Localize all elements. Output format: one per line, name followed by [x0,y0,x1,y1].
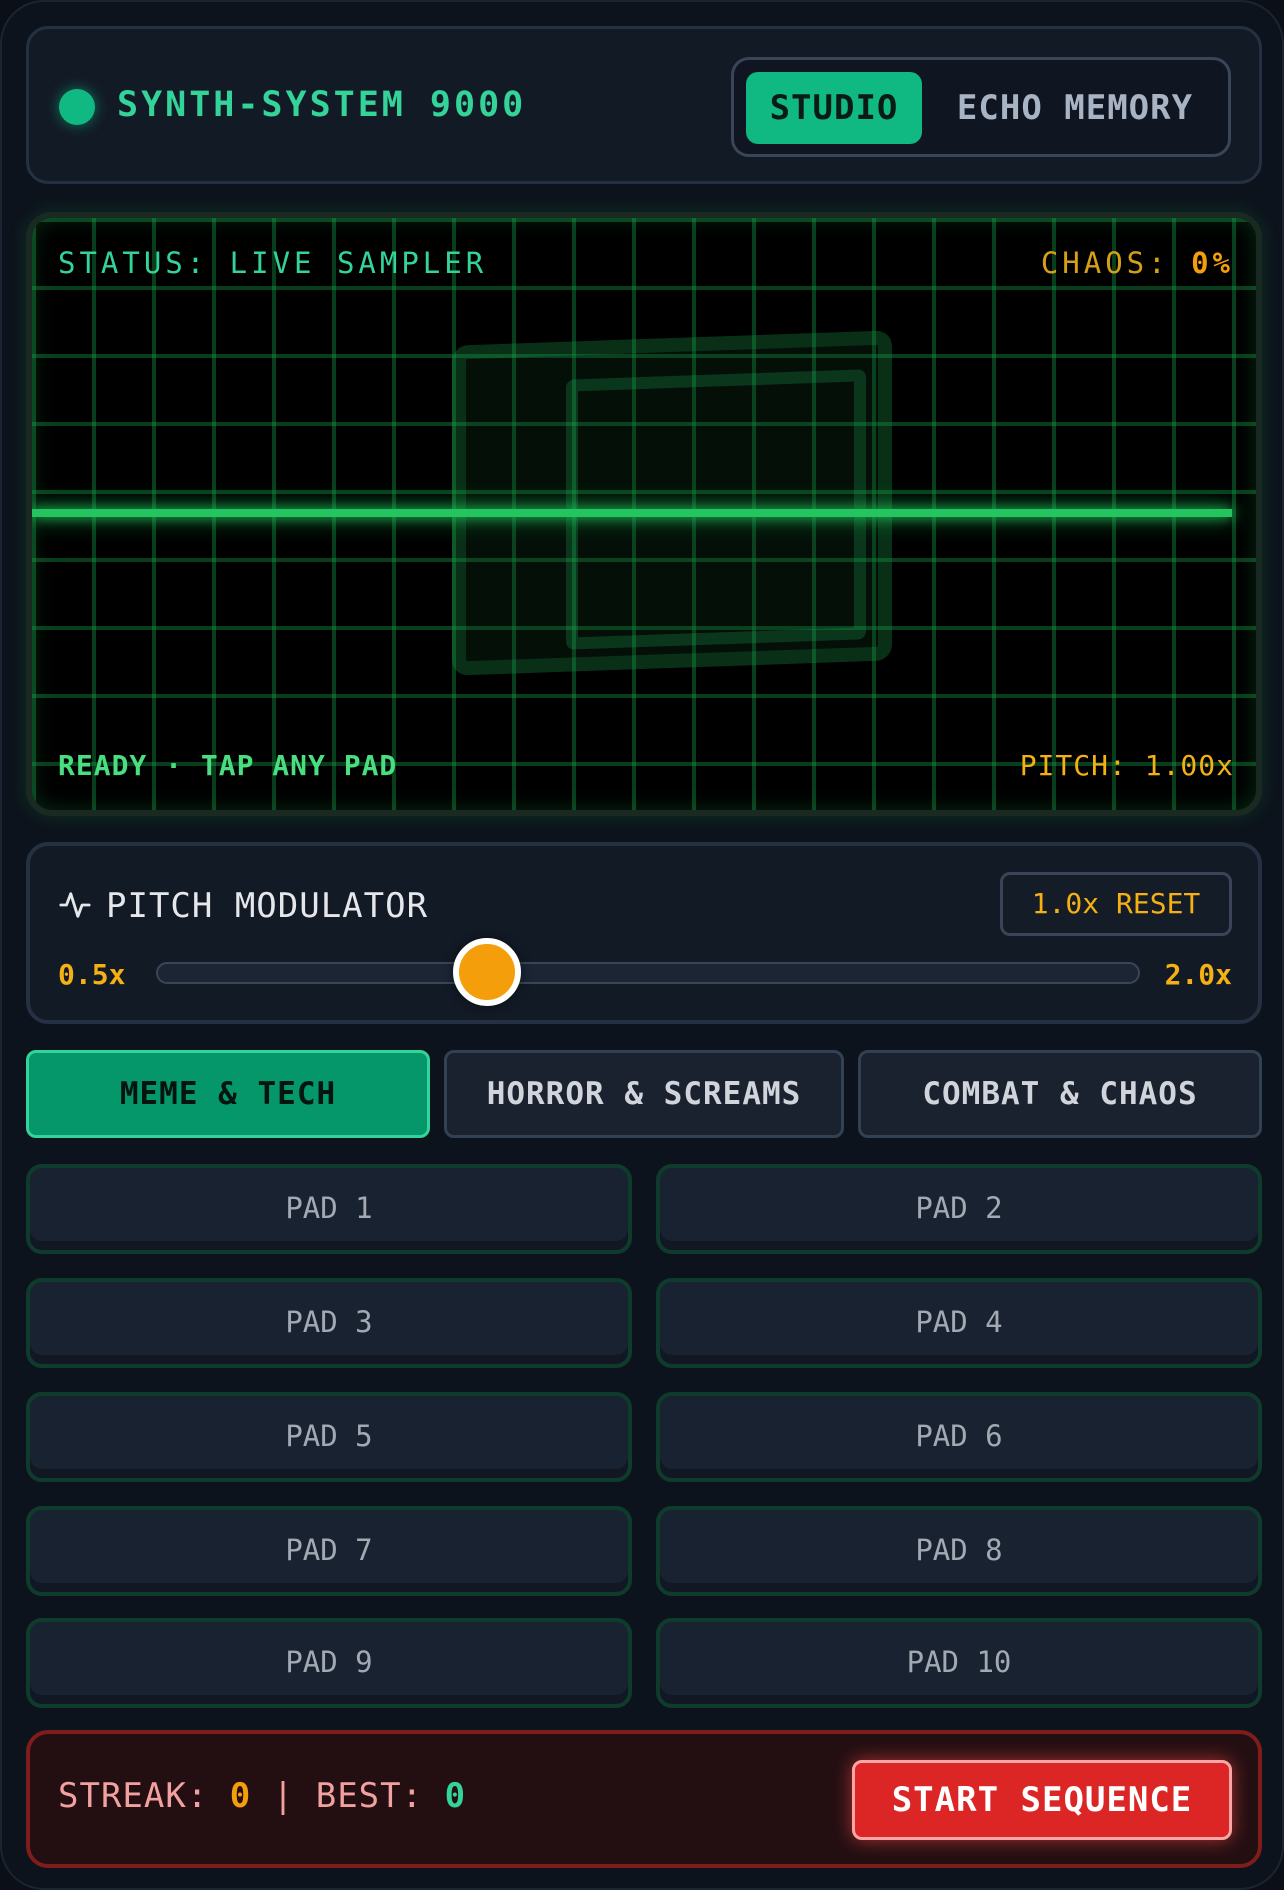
pad-4-button[interactable]: PAD 4 [656,1278,1262,1368]
pad-5-button[interactable]: PAD 5 [26,1392,632,1482]
streak-value: 0 [229,1776,252,1816]
scope-chaos: CHAOS: 0% [1040,246,1234,280]
pitch-modulator-panel: PITCH MODULATOR 1.0x RESET 0.5x 2.0x [26,842,1262,1024]
pitch-min-label: 0.5x [58,958,126,991]
pad-6-button[interactable]: PAD 6 [656,1392,1262,1482]
mode-echo-memory-button[interactable]: ECHO MEMORY [930,72,1220,144]
scope-status: STATUS: LIVE SAMPLER [58,246,488,280]
pad-7-button[interactable]: PAD 7 [26,1506,632,1596]
pad-1-button[interactable]: PAD 1 [26,1164,632,1254]
pitch-slider-handle[interactable] [452,938,521,1006]
pad-10-button[interactable]: PAD 10 [656,1618,1262,1708]
scope-pitch-readout: PITCH: 1.00x [1019,749,1234,782]
sequence-bar: STREAK: 0 | BEST: 0 START SEQUENCE [26,1730,1262,1868]
pad-8-button[interactable]: PAD 8 [656,1506,1262,1596]
chaos-value: 0% [1191,246,1234,280]
mode-switch: STUDIO ECHO MEMORY [731,57,1231,157]
pad-9-button[interactable]: PAD 9 [26,1618,632,1708]
oscilloscope-display: STATUS: LIVE SAMPLER CHAOS: 0% READY · T… [26,212,1262,816]
scope-message: READY · TAP ANY PAD [58,749,398,782]
streak-display: STREAK: 0 | BEST: 0 [58,1776,467,1816]
header-bar: SYNTH-SYSTEM 9000 STUDIO ECHO MEMORY [26,26,1262,184]
start-sequence-button[interactable]: START SEQUENCE [852,1760,1232,1840]
app-title: SYNTH-SYSTEM 9000 [117,85,527,125]
tab-meme-tech[interactable]: MEME & TECH [26,1050,430,1138]
pitch-slider-track[interactable] [156,962,1140,984]
power-led-icon [59,89,95,125]
synth-app: SYNTH-SYSTEM 9000 STUDIO ECHO MEMORY STA… [0,0,1284,1890]
pitch-modulator-title: PITCH MODULATOR [106,886,429,926]
pitch-max-label: 2.0x [1164,958,1232,991]
ghost-device-image [452,330,892,676]
activity-wave-icon [59,892,91,918]
pad-3-button[interactable]: PAD 3 [26,1278,632,1368]
best-value: 0 [444,1776,467,1816]
pitch-reset-button[interactable]: 1.0x RESET [1000,872,1232,936]
waveform-line [32,509,1232,517]
tab-combat-chaos[interactable]: COMBAT & CHAOS [858,1050,1262,1138]
tab-horror-screams[interactable]: HORROR & SCREAMS [444,1050,844,1138]
pad-2-button[interactable]: PAD 2 [656,1164,1262,1254]
mode-studio-button[interactable]: STUDIO [746,72,922,144]
